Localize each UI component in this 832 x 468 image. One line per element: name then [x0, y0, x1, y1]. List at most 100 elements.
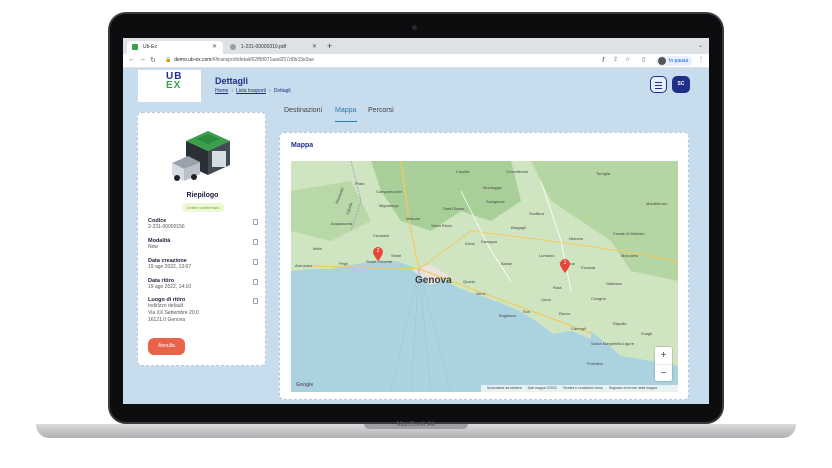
field-modalita: Modalità Now	[148, 238, 258, 251]
field-value: 19 ago 2022, 13:07	[148, 264, 192, 270]
key-icon[interactable]: ⚷	[601, 56, 605, 63]
map-card: Mappa Prato Campomorone Masone Mele Case…	[279, 132, 689, 400]
map-town: Cicagna	[591, 296, 606, 301]
map-town: Sant'Olcese	[443, 206, 465, 211]
tab-percorsi[interactable]: Percorsi	[368, 107, 394, 114]
reload-icon[interactable]: ↻	[150, 56, 156, 64]
favicon-icon	[132, 44, 138, 50]
active-tab-indicator	[335, 121, 357, 122]
hamburger-icon	[655, 82, 662, 83]
map-town: Savignone	[486, 199, 505, 204]
map-title: Mappa	[291, 142, 314, 149]
url-path: /#/transport/detail/62ff6f071aad257d0b33…	[211, 57, 314, 63]
field-value: 2-231-00000156	[148, 224, 185, 230]
map-town: Doria	[465, 241, 475, 246]
breadcrumb-current: Dettagli	[273, 88, 291, 94]
terms-link[interactable]: Termini e condizioni d'uso	[563, 386, 603, 390]
menu-dots-icon[interactable]: ⋮	[698, 56, 704, 63]
calendar-icon	[253, 279, 258, 285]
hamburger-icon-line	[655, 85, 662, 86]
document-icon	[253, 219, 258, 225]
zoom-control: + −	[655, 347, 672, 381]
map-town: Masone	[406, 216, 421, 221]
profile-status: In pausa	[669, 58, 689, 64]
map-town: Crocefieschi	[506, 169, 529, 174]
user-avatar-button[interactable]: SC	[672, 76, 690, 93]
map-town: Bavari	[501, 261, 513, 266]
map-town: Gattorna	[606, 281, 622, 286]
lock-icon: 🔒	[165, 57, 172, 63]
calendar-icon	[253, 259, 258, 265]
map-town: Moconesi	[621, 253, 639, 258]
map-town: Ceranesi	[373, 233, 390, 238]
map-town: Arenzano	[295, 263, 313, 268]
field-value: Now	[148, 244, 159, 250]
map-town: Zoagli	[641, 331, 652, 336]
tab-destinazioni[interactable]: Destinazioni	[284, 107, 322, 114]
map-attribution: Scorciatoie da tastiera Dati mappa ©2022 T…	[481, 385, 678, 392]
breadcrumb: Home › Lista trasporti › Dettagli	[215, 88, 291, 94]
browser-tab-ubex[interactable]: Ub-Ex ✕	[127, 41, 223, 54]
menu-button[interactable]	[650, 76, 667, 93]
map-town: Sori	[523, 309, 531, 314]
new-tab-button[interactable]: +	[327, 41, 332, 51]
map-view[interactable]: Prato Campomorone Masone Mele Casella Mo…	[291, 161, 678, 392]
map-town: Prato	[355, 181, 365, 186]
app-root: UB EX Dettagli Home › Lista trasporti › Dett…	[123, 68, 709, 404]
breadcrumb-separator: ›	[231, 88, 234, 94]
chevron-down-icon[interactable]: ⌄	[698, 42, 703, 49]
map-town: Torriglia	[596, 171, 611, 176]
screen: Ub-Ex ✕ 1-231-00000310.pdf ✕ + ⌄ ← → ↻ 🔒…	[123, 38, 709, 404]
mode-icon	[253, 239, 258, 245]
map-marker-2[interactable]: 2	[373, 247, 383, 261]
globe-icon	[230, 44, 236, 50]
logo[interactable]: UB EX	[166, 72, 182, 91]
map-town: Casella	[456, 169, 470, 174]
breadcrumb-home[interactable]: Home	[215, 88, 228, 94]
device-label: MacBook Air	[396, 421, 436, 428]
map-town: Camogli	[571, 326, 586, 331]
forward-icon[interactable]: →	[139, 56, 146, 63]
field-data-creazione: Data creazione 19 ago 2022, 13:07	[148, 258, 258, 271]
map-town: Bogliasco	[499, 313, 517, 318]
breadcrumb-separator: ›	[269, 88, 271, 94]
map-town: Serra Riccò	[431, 223, 452, 228]
field-value: Indirizzo default	[148, 303, 184, 309]
map-terrain	[291, 161, 678, 392]
logo-container: UB EX	[138, 70, 201, 102]
sidebar-icon[interactable]: ▯	[642, 56, 645, 63]
map-town: Mignanego	[379, 203, 399, 208]
status-badge: Ordine confermato	[182, 203, 224, 212]
zoom-in-button[interactable]: +	[655, 347, 672, 364]
map-city-label: Genova	[415, 275, 452, 286]
close-icon[interactable]: ✕	[212, 43, 217, 50]
close-icon[interactable]: ✕	[312, 43, 317, 50]
share-icon[interactable]: ⇪	[613, 56, 618, 63]
tab-mappa[interactable]: Mappa	[335, 107, 356, 114]
tab-title: Ub-Ex	[143, 44, 157, 50]
browser-tab-pdf[interactable]: 1-231-00000310.pdf ✕	[225, 41, 323, 54]
map-town: Quarto	[463, 279, 476, 284]
breadcrumb-transport-list[interactable]: Lista trasporti	[236, 88, 266, 94]
map-marker-1[interactable]: 1	[560, 259, 570, 273]
field-luogo-ritiro: Luogo di ritiro Indirizzo default Via XX…	[148, 297, 258, 324]
report-error-link[interactable]: Segnala un errore nella mappa	[609, 386, 657, 390]
map-town: Rapallo	[613, 321, 627, 326]
map-town: Montebruno	[646, 201, 668, 206]
url-field[interactable]: 🔒 demo.ub-ex.com/#/transport/detail/62ff6…	[165, 57, 314, 63]
camera-icon	[412, 25, 417, 30]
map-town: Scoffera	[529, 211, 544, 216]
map-town: Neirone	[569, 236, 584, 241]
browser-tab-bar: Ub-Ex ✕ 1-231-00000310.pdf ✕ + ⌄	[123, 38, 709, 54]
cancel-button[interactable]: Annulla	[148, 338, 185, 355]
map-town: Lumarzo	[539, 253, 555, 258]
back-icon[interactable]: ←	[128, 56, 135, 63]
map-town: Bargagli	[511, 225, 526, 230]
profile-button[interactable]: In pausa	[656, 56, 692, 66]
tab-title: 1-231-00000310.pdf	[241, 44, 287, 50]
url-host: demo.ub-ex.com	[174, 57, 212, 63]
map-town: Montoggio	[483, 185, 502, 190]
keyboard-shortcuts-link[interactable]: Scorciatoie da tastiera	[487, 386, 522, 390]
star-icon[interactable]: ☆	[625, 56, 630, 63]
zoom-out-button[interactable]: −	[655, 364, 672, 381]
